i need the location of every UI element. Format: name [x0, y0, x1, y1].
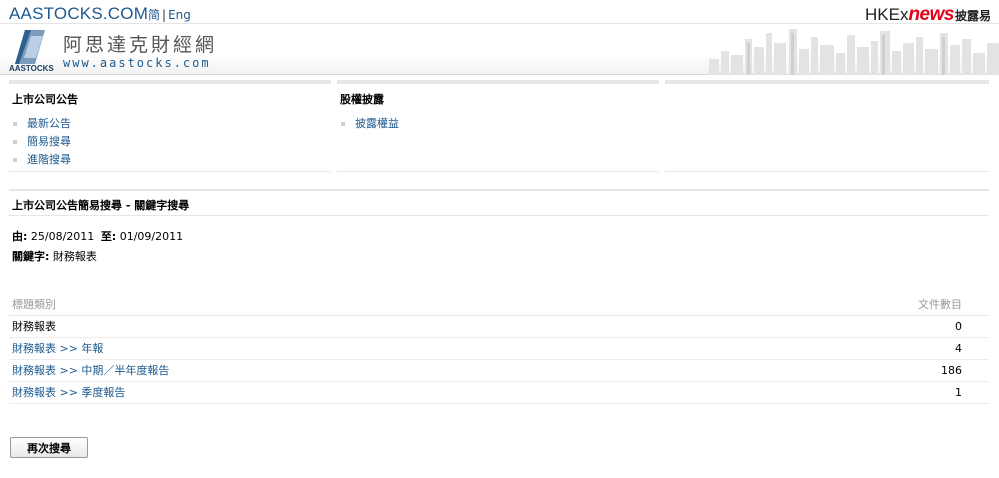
lang-english-link[interactable]: Eng [168, 8, 191, 22]
category-cell: 財務報表 >> 年報 [9, 337, 684, 360]
table-row: 財務報表 >> 年報 4 [9, 337, 989, 360]
disclosure-panel-title: 股權披露 [340, 93, 384, 106]
site-title-link[interactable]: AASTOCKS.COM [9, 4, 148, 24]
table-row: 財務報表 >> 季度報告 1 [9, 381, 989, 404]
menu-item-advanced-search: 進階搜尋 [12, 153, 331, 171]
to-label: 至: [100, 230, 117, 243]
date-range: 由: 25/08/2011 至: 01/09/2011 [12, 227, 183, 247]
empty-panel [665, 80, 989, 172]
disclosure-panel: 股權披露 披露權益 [337, 80, 659, 172]
announcements-panel-title: 上市公司公告 [12, 93, 78, 106]
results-header-row: 標題類別 文件數目 [9, 293, 989, 316]
category-cell: 財務報表 [9, 315, 684, 338]
announcements-menu: 最新公告 簡易搜尋 進階搜尋 [12, 117, 331, 171]
search-criteria: 由: 25/08/2011 至: 01/09/2011 關鍵字: 財務報表 [12, 227, 183, 267]
top-bar: AASTOCKS.COM 简 | Eng HKExnews披露易 [0, 0, 999, 26]
banner: AASTOCKS 阿思達克財經網 www.aastocks.com [0, 25, 999, 75]
from-date: 25/08/2011 [30, 230, 95, 243]
to-date: 01/09/2011 [119, 230, 184, 243]
disclosure-cn-text: 披露易 [954, 9, 991, 23]
lang-separator: | [162, 8, 167, 22]
lang-simplified-link[interactable]: 简 [148, 8, 160, 22]
disclosure-menu: 披露權益 [340, 117, 659, 135]
menu-item-latest: 最新公告 [12, 117, 331, 135]
column-header-count: 文件數目 [683, 293, 989, 316]
table-row: 財務報表 >> 中期／半年度報告 186 [9, 359, 989, 382]
city-skyline-image [709, 29, 999, 75]
keyword-value: 財務報表 [52, 250, 97, 263]
aastocks-logo-icon[interactable]: AASTOCKS [9, 28, 57, 72]
latest-announcements-link[interactable]: 最新公告 [27, 117, 71, 130]
language-switcher: 简 | Eng [148, 6, 191, 23]
company-name-cn: 阿思達克財經網 [63, 34, 218, 56]
category-link-quarterly-report[interactable]: 財務報表 >> 季度報告 [12, 386, 125, 399]
disclosure-of-interests-link[interactable]: 披露權益 [355, 117, 399, 130]
category-cell: 財務報表 >> 季度報告 [9, 381, 684, 404]
announcements-panel: 上市公司公告 最新公告 簡易搜尋 進階搜尋 [9, 80, 331, 172]
column-header-category: 標題類別 [9, 293, 684, 316]
count-cell: 186 [683, 359, 989, 382]
company-url: www.aastocks.com [63, 56, 211, 70]
keyword-line: 關鍵字: 財務報表 [12, 247, 183, 267]
count-cell: 4 [683, 337, 989, 360]
news-text: news [908, 4, 954, 25]
logo-text: AASTOCKS [9, 64, 54, 72]
keyword-label: 關鍵字: [12, 250, 50, 263]
search-result-title: 上市公司公告簡易搜尋 - 關鍵字搜尋 [12, 199, 190, 212]
from-label: 由: [12, 230, 28, 243]
search-section-header: 上市公司公告簡易搜尋 - 關鍵字搜尋 [9, 189, 989, 216]
count-cell: 1 [683, 381, 989, 404]
category-link-interim-report[interactable]: 財務報表 >> 中期／半年度報告 [12, 364, 169, 377]
results-table: 標題類別 文件數目 財務報表 0 財務報表 >> 年報 4 財務報表 >> 中期… [9, 293, 989, 404]
table-row: 財務報表 0 [9, 315, 989, 338]
advanced-search-link[interactable]: 進階搜尋 [27, 153, 71, 166]
simple-search-link[interactable]: 簡易搜尋 [27, 135, 71, 148]
category-link-annual-report[interactable]: 財務報表 >> 年報 [12, 342, 103, 355]
menu-item-simple-search: 簡易搜尋 [12, 135, 331, 153]
category-cell: 財務報表 >> 中期／半年度報告 [9, 359, 684, 382]
hkex-text: HKEx [864, 5, 909, 24]
count-cell: 0 [683, 315, 989, 338]
search-again-button[interactable]: 再次搜尋 [10, 437, 88, 458]
menu-item-disclosure-interests: 披露權益 [340, 117, 659, 135]
hkexnews-logo[interactable]: HKExnews披露易 [865, 4, 991, 26]
